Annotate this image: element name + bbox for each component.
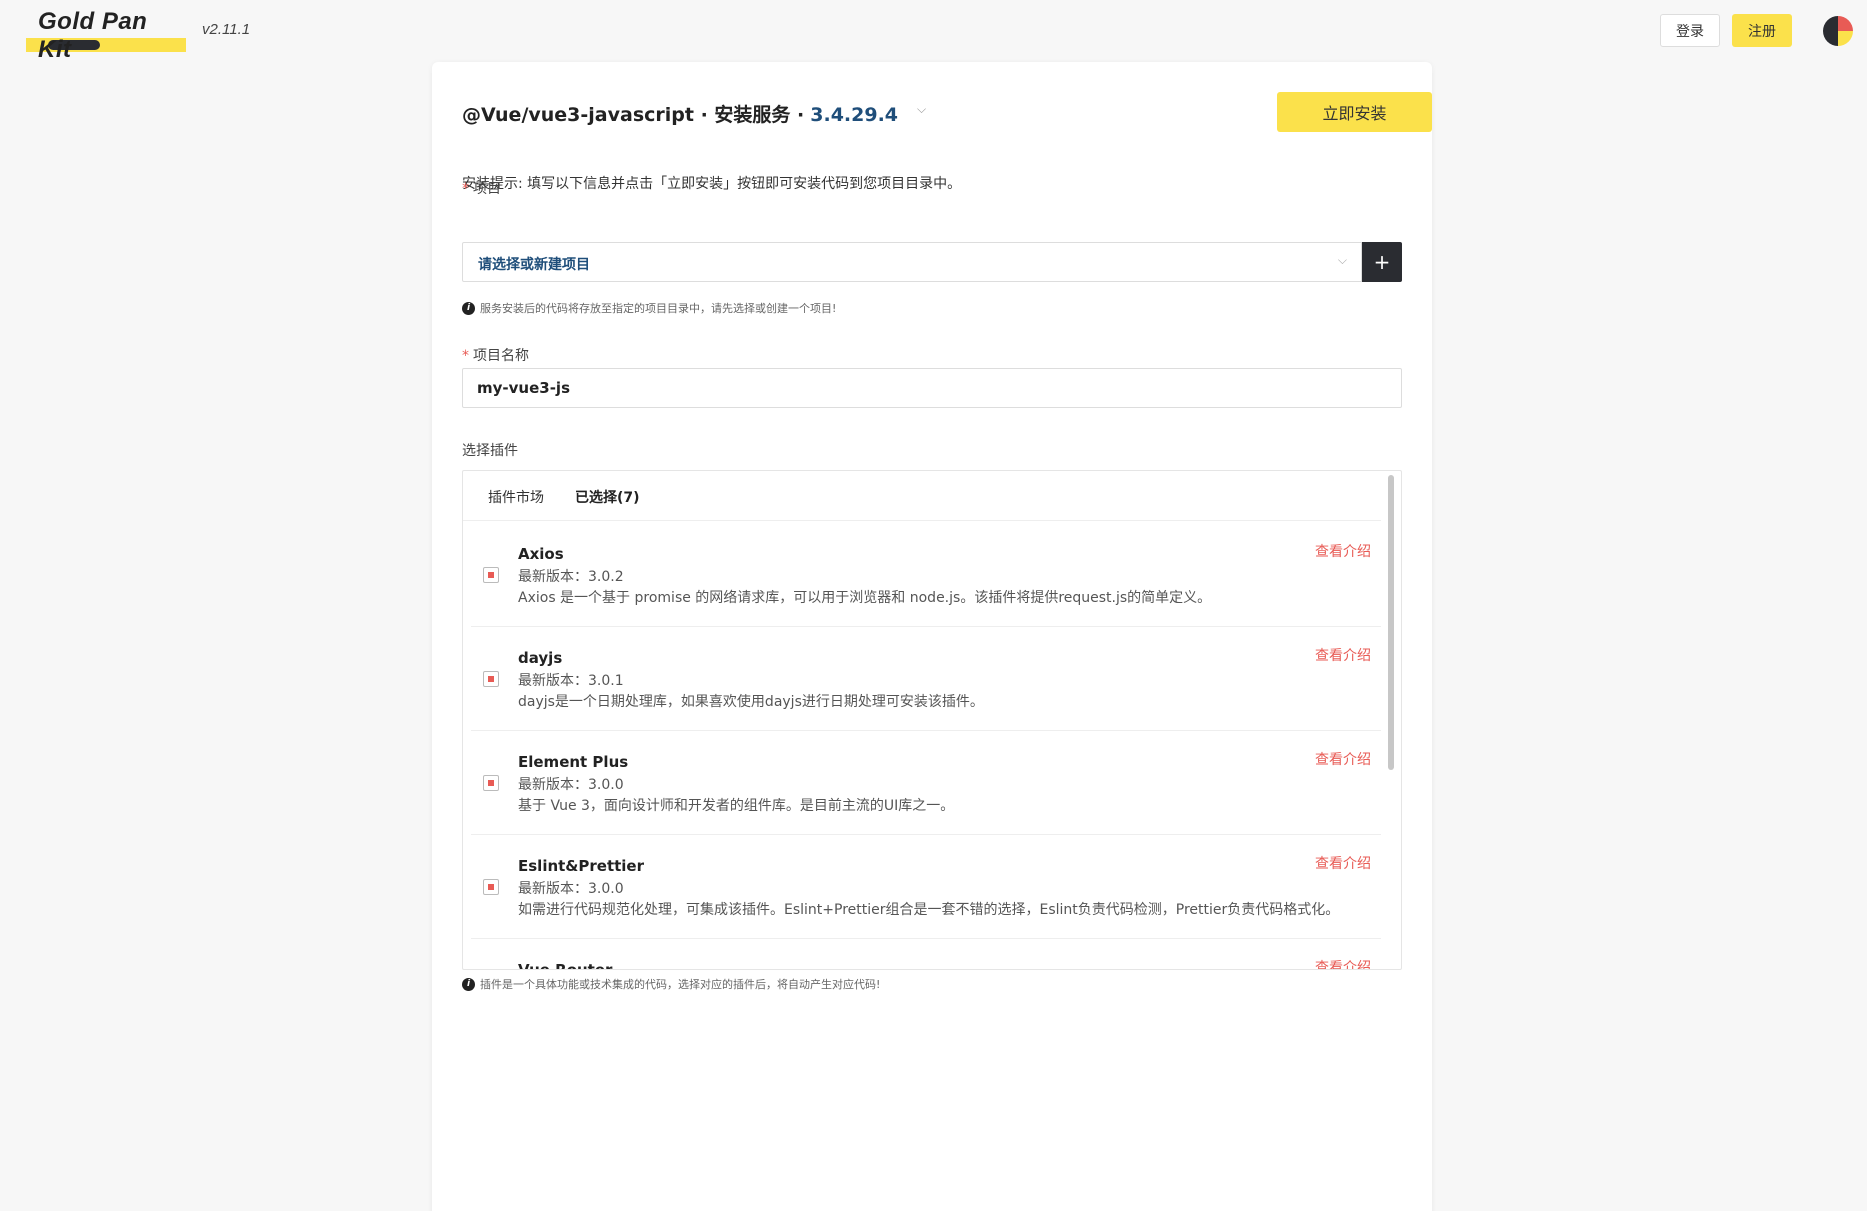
top-header: Gold Pan Kit v2.11.1 登录 注册 xyxy=(0,0,1867,63)
register-button[interactable]: 注册 xyxy=(1732,14,1792,47)
plugin-version: 最新版本：3.0.0 xyxy=(518,881,624,897)
plugins-label: 选择插件 xyxy=(462,443,518,459)
plugin-name: Element Plus xyxy=(518,753,629,771)
view-intro-link[interactable]: 查看介绍 xyxy=(1315,853,1371,873)
plugin-version: 最新版本：3.0.2 xyxy=(518,569,624,585)
chevron-down-icon: ⌵ xyxy=(1337,253,1347,267)
service-title-text: @Vue/vue3-javascript · 安装服务 · xyxy=(462,104,805,126)
list-item: Vue Router 查看介绍 xyxy=(471,939,1381,970)
required-mark: * xyxy=(462,181,469,197)
list-item: dayjs 最新版本：3.0.1 dayjs是一个日期处理库，如果喜欢使用day… xyxy=(471,627,1381,731)
plugin-desc: 基于 Vue 3，面向设计师和开发者的组件库。是目前主流的UI库之一。 xyxy=(518,798,955,814)
project-label: * 项目 xyxy=(462,178,501,198)
info-icon: i xyxy=(462,977,475,991)
add-project-button[interactable]: + xyxy=(1362,242,1402,282)
list-item: Axios 最新版本：3.0.2 Axios 是一个基于 promise 的网络… xyxy=(471,523,1381,627)
plugin-version: 最新版本：3.0.1 xyxy=(518,673,624,689)
project-tip: i 服务安装后的代码将存放至指定的项目目录中，请先选择或创建一个项目! xyxy=(462,300,836,316)
view-intro-link[interactable]: 查看介绍 xyxy=(1315,541,1371,561)
project-tip-text: 服务安装后的代码将存放至指定的项目目录中，请先选择或创建一个项目! xyxy=(480,302,837,315)
plugin-checkbox[interactable] xyxy=(483,567,499,583)
plugin-checkbox[interactable] xyxy=(483,671,499,687)
plugins-scrollbar[interactable] xyxy=(1386,473,1396,969)
view-intro-link[interactable]: 查看介绍 xyxy=(1315,957,1371,969)
project-name-input[interactable] xyxy=(462,368,1402,408)
list-item: Eslint&Prettier 最新版本：3.0.0 如需进行代码规范化处理，可… xyxy=(471,835,1381,939)
login-button[interactable]: 登录 xyxy=(1660,14,1720,47)
plugin-tabs: 插件市场 已选择(7) xyxy=(463,471,1381,521)
plugin-name: dayjs xyxy=(518,649,563,667)
plugin-name: Axios xyxy=(518,545,564,563)
project-select[interactable]: 请选择或新建项目 ⌵ xyxy=(462,242,1362,282)
project-name-label: * 项目名称 xyxy=(462,345,529,365)
title-row: @Vue/vue3-javascript · 安装服务 · 3.4.29.4 ⌵ … xyxy=(462,92,1432,132)
tab-plugin-market[interactable]: 插件市场 xyxy=(488,487,544,507)
plugin-name: Eslint&Prettier xyxy=(518,857,645,875)
logo[interactable]: Gold Pan Kit xyxy=(26,8,186,63)
install-hint: 安装提示: 填写以下信息并点击「立即安装」按钮即可安装代码到您项目目录中。 xyxy=(462,176,962,192)
version-chevron-down-icon[interactable]: ⌵ xyxy=(917,102,926,117)
service-version: 3.4.29.4 xyxy=(810,104,899,126)
plugin-name: Vue Router xyxy=(518,961,613,970)
theme-toggle-icon[interactable] xyxy=(1823,16,1853,46)
project-select-placeholder: 请选择或新建项目 xyxy=(478,257,590,273)
logo-text: Gold Pan Kit xyxy=(38,8,148,63)
plugins-tip-text: 插件是一个具体功能或技术集成的代码，选择对应的插件后，将自动产生对应代码! xyxy=(480,978,881,991)
project-name-label-text: 项目名称 xyxy=(473,348,529,364)
install-card: @Vue/vue3-javascript · 安装服务 · 3.4.29.4 ⌵ … xyxy=(432,62,1432,1211)
info-icon: i xyxy=(462,301,475,315)
plugin-desc: 如需进行代码规范化处理，可集成该插件。Eslint+Prettier组合是一套不… xyxy=(518,902,1340,918)
plugin-checkbox[interactable] xyxy=(483,879,499,895)
plugin-desc: Axios 是一个基于 promise 的网络请求库，可以用于浏览器和 node… xyxy=(518,590,1212,606)
plugin-desc: dayjs是一个日期处理库，如果喜欢使用dayjs进行日期处理可安装该插件。 xyxy=(518,694,984,710)
plugin-version: 最新版本：3.0.0 xyxy=(518,777,624,793)
required-mark: * xyxy=(462,348,469,364)
list-item: Element Plus 最新版本：3.0.0 基于 Vue 3，面向设计师和开… xyxy=(471,731,1381,835)
scroll-thumb[interactable] xyxy=(1388,475,1394,770)
install-button[interactable]: 立即安装 xyxy=(1277,92,1432,132)
view-intro-link[interactable]: 查看介绍 xyxy=(1315,749,1371,769)
plugins-panel: 插件市场 已选择(7) Axios 最新版本：3.0.2 Axios 是一个基于… xyxy=(462,470,1402,970)
plugin-checkbox[interactable] xyxy=(483,775,499,791)
service-title: @Vue/vue3-javascript · 安装服务 · 3.4.29.4 xyxy=(462,100,898,127)
tab-selected[interactable]: 已选择(7) xyxy=(575,487,640,507)
app-version: v2.11.1 xyxy=(202,21,251,38)
plugins-tip: i 插件是一个具体功能或技术集成的代码，选择对应的插件后，将自动产生对应代码! xyxy=(462,976,880,992)
project-label-text: 项目 xyxy=(473,181,501,197)
view-intro-link[interactable]: 查看介绍 xyxy=(1315,645,1371,665)
